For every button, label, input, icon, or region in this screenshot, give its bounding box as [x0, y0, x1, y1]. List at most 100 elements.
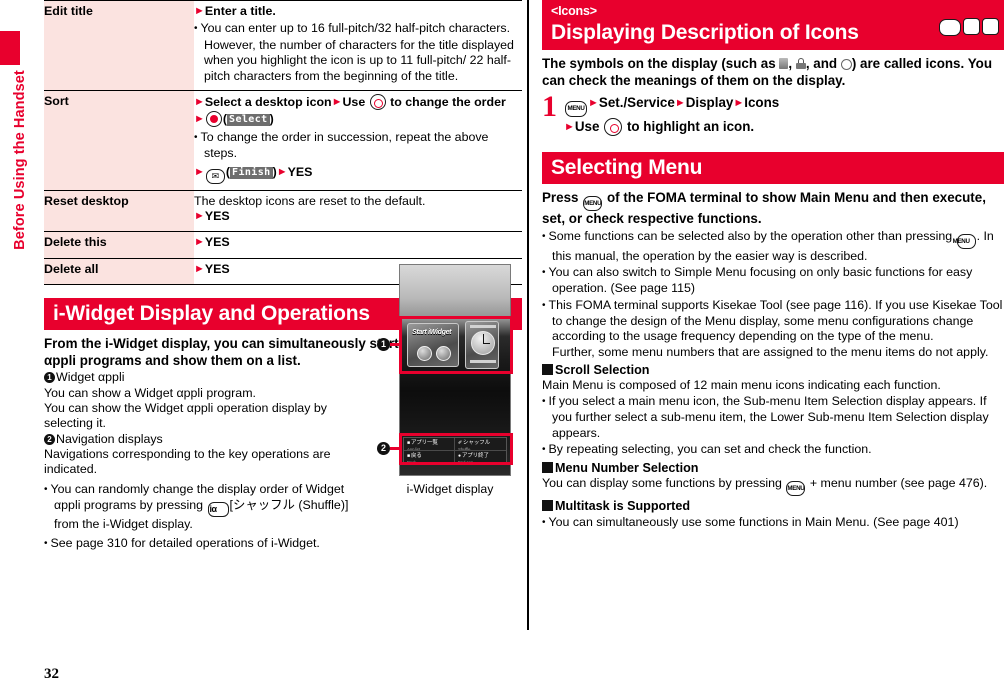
i-alpha-key-icon: iα	[207, 501, 229, 517]
reset-desktop-yes: YES	[204, 209, 230, 224]
menu-bullet-2: You can also switch to Simple Menu focus…	[542, 265, 1004, 297]
step-item-1: Display	[685, 95, 734, 111]
table-row: Delete this ►YES	[44, 231, 522, 259]
reset-desktop-text: The desktop icons are reset to the defau…	[194, 193, 426, 208]
select-key-icon	[205, 111, 222, 128]
iwidget-item-1-line-2: You can show the Widget αppli operation …	[44, 401, 327, 431]
softkey-select-label: Select	[227, 114, 270, 127]
arrow-icon: ►	[194, 113, 205, 126]
left-column: Edit title ►Enter a title. You can enter…	[44, 0, 522, 698]
iwidget-bullet-shuffle: You can randomly change the display orde…	[44, 482, 354, 533]
iwidget-item-1-line-1: You can show a Widget αppli program.	[44, 385, 256, 400]
step-1-line-1: MENU ►Set./Service►Display►Icons	[564, 93, 1004, 118]
step-1-line-2: ►Use to highlight an icon.	[564, 117, 1004, 138]
sort-step1-c: to change the order	[390, 95, 506, 110]
circled-number-2-icon: 2	[44, 433, 55, 445]
table-cell-key: Reset desktop	[44, 190, 194, 233]
step-1-content: MENU ►Set./Service►Display►Icons ►Use to …	[564, 93, 1004, 138]
sort-step-3: ► ✉(Finish)►YES	[194, 165, 522, 184]
callout-box-1	[399, 316, 513, 374]
menu-number-digit-1: 3	[963, 18, 980, 35]
subsection-heading-text: Menu Number Selection	[555, 461, 699, 476]
iwidget-item-2-title: Navigation displays	[56, 431, 163, 446]
lock-status-icon	[795, 58, 806, 69]
icons-lead-mid2: , and	[805, 56, 838, 71]
arrow-icon: ►	[194, 165, 205, 178]
table-cell-value: ►Select a desktop icon►Use to change the…	[194, 90, 522, 191]
table-row: Sort ►Select a desktop icon►Use to chang…	[44, 90, 522, 191]
menu-extra-line: Further, some menu numbers that are assi…	[552, 344, 989, 359]
menu-lead: Press MENU of the FOMA terminal to show …	[542, 190, 1004, 228]
sort-yes: YES	[287, 164, 313, 179]
callout-box-2	[399, 433, 513, 465]
square-bullet-icon	[542, 462, 553, 474]
subsection-multitask-heading: Multitask is Supported	[542, 498, 1004, 514]
step-1-block: 1 MENU ►Set./Service►Display►Icons ►Use t…	[542, 90, 1004, 138]
arrow-icon: ►	[564, 121, 575, 134]
square-bullet-icon	[542, 500, 553, 512]
iwidget-item-2-line-1: Navigations corresponding to the key ope…	[44, 446, 331, 477]
circled-number-1-icon: 1	[44, 372, 55, 384]
manual-page: Before Using the Handset Edit title ►Ent…	[0, 0, 1004, 698]
arrow-icon: ►	[674, 97, 686, 110]
subsection-scroll-selection-heading: Scroll Selection	[542, 362, 1004, 378]
section-tag-icons: <Icons>	[551, 4, 597, 18]
edit-title-action: Enter a title.	[204, 4, 276, 18]
callout-leader-2	[390, 447, 400, 450]
scroll-selection-bullet-2: By repeating selecting, you can set and …	[542, 442, 1004, 458]
menu-key-icon: MENU	[583, 196, 603, 212]
navigation-key-icon	[604, 118, 623, 137]
iwidget-item-2-heading: 2 Navigation displays	[44, 432, 354, 447]
icons-lead-mid1: ,	[788, 56, 793, 71]
menu-lead-pre: Press	[542, 190, 579, 206]
table-cell-key: Delete this	[44, 231, 194, 259]
step-number: 1	[542, 90, 557, 124]
arrow-icon: ►	[194, 262, 205, 275]
table-cell-key: Delete all	[44, 258, 194, 286]
paren-close: )	[269, 112, 274, 127]
menu-number-line-post: + menu number (see page 476).	[809, 476, 988, 491]
function-table: Edit title ►Enter a title. You can enter…	[44, 0, 522, 286]
iwidget-item-1-heading: 1 Widget αppli	[44, 370, 354, 385]
menu-key-icon: MENU	[786, 481, 806, 497]
arrow-icon: ►	[331, 96, 343, 109]
right-column: <Icons> Displaying Description of Icons …	[542, 0, 1004, 698]
chapter-tab: Before Using the Handset	[0, 0, 28, 698]
mail-key-icon: ✉	[205, 168, 225, 184]
menu-lead-post: of the FOMA terminal to show Main Menu a…	[542, 190, 986, 227]
reset-desktop-yes-line: ►YES	[194, 209, 522, 225]
callout-number-1: 1	[377, 338, 390, 351]
section-header-icons: <Icons> Displaying Description of Icons …	[542, 0, 1004, 50]
column-divider	[527, 0, 529, 630]
subsection-heading-text: Scroll Selection	[555, 362, 650, 377]
iwidget-figure: Start iWidget ■アプリ一覧 App list ✐シャッフル Shuff…	[377, 264, 523, 496]
navigation-key-icon	[369, 94, 386, 111]
page-number: 32	[44, 666, 59, 682]
arrow-icon: ►	[276, 165, 288, 178]
sort-step1-b: Use	[342, 95, 366, 110]
table-cell-value: ►Enter a title. You can enter up to 16 f…	[194, 0, 522, 92]
iwidget-item-1-title: Widget αppli	[56, 370, 125, 385]
menu-key-icon: MENU	[953, 233, 976, 249]
sort-step-1: ►Select a desktop icon►Use to change the…	[194, 94, 506, 111]
scroll-selection-intro: Main Menu is composed of 12 main menu ic…	[542, 377, 941, 392]
callout-number-2: 2	[377, 442, 390, 455]
table-cell-key: Edit title	[44, 0, 194, 92]
menu-bullets: Some functions can be selected also by t…	[542, 229, 1004, 532]
step-line2-post: to highlight an icon.	[626, 119, 755, 135]
menu-number-line: You can display some functions by pressi…	[542, 476, 1004, 497]
menu-bullet-3: This FOMA terminal supports Kisekae Tool…	[542, 298, 1004, 345]
callout-leader-1	[390, 343, 400, 346]
subsection-heading-text: Multitask is Supported	[555, 499, 691, 514]
sort-step-2: ►(Select)	[194, 111, 522, 128]
softkey-finish-label: Finish	[230, 166, 273, 179]
arrow-icon: ►	[194, 236, 205, 249]
menu-key-icon: MENU	[565, 101, 587, 118]
arrow-icon: ►	[733, 97, 745, 110]
square-bullet-icon	[542, 363, 553, 375]
step-item-0: Set./Service	[598, 95, 675, 111]
delete-all-yes: YES	[204, 261, 230, 276]
chapter-tab-label: Before Using the Handset	[12, 70, 28, 250]
menu-key-icon: MENU	[939, 19, 961, 36]
arrow-icon: ►	[194, 96, 205, 109]
